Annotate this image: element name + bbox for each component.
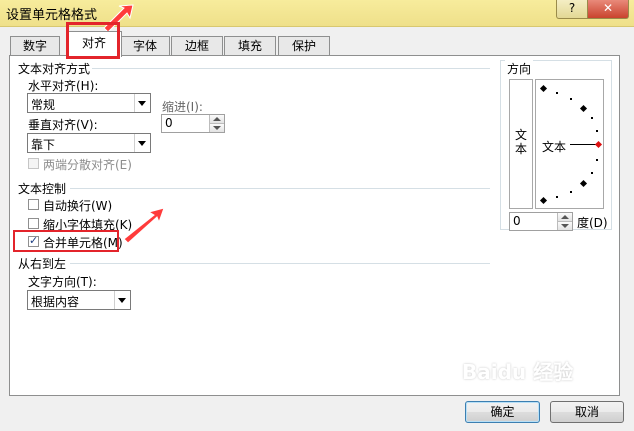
cancel-button[interactable]: 取消 (550, 401, 624, 423)
dial-dot-icon (596, 159, 598, 161)
help-button[interactable]: ? (556, 0, 588, 19)
rtl-title: 从右到左 (18, 257, 67, 271)
tab-highlight-box (66, 22, 120, 59)
annotation-arrow-icon (123, 207, 165, 244)
horizontal-align-value: 常规 (31, 98, 56, 112)
vertical-align-label: 垂直对齐(V): (28, 118, 98, 132)
group-divider (92, 68, 490, 69)
tab-font[interactable]: 字体 (120, 36, 170, 56)
text-control-title: 文本控制 (18, 182, 67, 196)
merge-highlight-box (13, 230, 119, 252)
text-alignment-title: 文本对齐方式 (18, 62, 91, 76)
degree-value: 0 (513, 214, 521, 228)
tab-number[interactable]: 数字 (10, 36, 60, 56)
text-direction-select[interactable]: 根据内容 (27, 290, 131, 310)
dial-dot-icon (556, 92, 558, 94)
vertical-align-select[interactable]: 靠下 (27, 133, 151, 153)
spin-down-icon[interactable] (557, 222, 572, 230)
text-direction-label: 文字方向(T): (28, 275, 97, 289)
dial-text-label: 文本 (542, 140, 567, 154)
dial-pointer (570, 144, 597, 145)
degree-label: 度(D) (577, 216, 608, 230)
dial-dot-icon (591, 117, 593, 119)
group-divider (70, 188, 490, 189)
justify-distributed-label: 两端分散对齐(E) (43, 158, 132, 172)
horizontal-align-select[interactable]: 常规 (27, 93, 151, 113)
indent-value: 0 (165, 116, 173, 130)
dial-dot-icon (556, 196, 558, 198)
ok-button[interactable]: 确定 (465, 401, 540, 423)
group-divider (70, 263, 490, 264)
vertical-align-value: 靠下 (31, 138, 56, 152)
spin-down-icon[interactable] (209, 124, 224, 132)
vertical-text-label: 文本 (514, 128, 527, 156)
dial-dot-icon (570, 98, 572, 100)
spin-up-icon[interactable] (557, 213, 572, 222)
dial-dot-icon (596, 130, 598, 132)
watermark: Baidu 经验 (462, 360, 574, 384)
horizontal-align-label: 水平对齐(H): (28, 79, 99, 93)
justify-distributed-checkbox[interactable] (28, 158, 39, 169)
tab-fill[interactable]: 填充 (224, 36, 276, 56)
text-direction-value: 根据内容 (31, 295, 80, 309)
wrap-text-checkbox[interactable] (28, 199, 39, 210)
spin-up-icon[interactable] (209, 115, 224, 124)
chevron-down-icon[interactable] (134, 134, 150, 152)
indent-label: 缩进(I): (162, 100, 203, 114)
dial-dot-icon (570, 191, 572, 193)
chevron-down-icon[interactable] (114, 291, 130, 309)
shrink-to-fit-checkbox[interactable] (28, 218, 39, 229)
close-button[interactable]: ✕ (587, 0, 629, 19)
dial-dot-icon (591, 172, 593, 174)
degree-stepper[interactable]: 0 (509, 212, 573, 231)
window-title: 设置单元格格式 (6, 8, 98, 23)
indent-stepper[interactable]: 0 (161, 114, 225, 133)
tab-protection[interactable]: 保护 (278, 36, 330, 56)
wrap-text-label: 自动换行(W) (43, 199, 113, 213)
orientation-title: 方向 (505, 60, 534, 77)
chevron-down-icon[interactable] (134, 94, 150, 112)
tab-border[interactable]: 边框 (171, 36, 223, 56)
